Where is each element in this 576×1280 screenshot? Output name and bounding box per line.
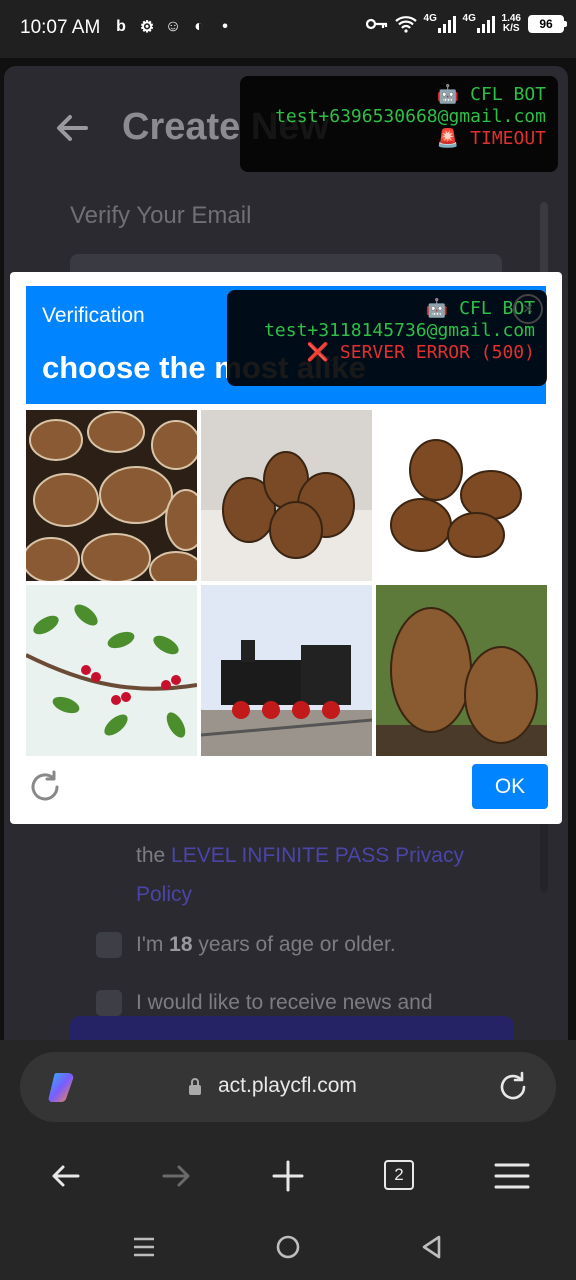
bing-icon: b	[116, 18, 126, 35]
system-nav-bar	[0, 1212, 576, 1280]
age-checkbox[interactable]	[96, 932, 122, 958]
copilot-icon[interactable]	[46, 1069, 82, 1105]
page-subtitle: Verify Your Email	[70, 202, 252, 229]
age-checkbox-row[interactable]: I'm 18 years of age or older.	[96, 932, 396, 958]
network-speed: 1.46 K/S	[501, 13, 521, 34]
refresh-challenge-icon[interactable]	[26, 768, 64, 806]
captcha-tile-steam-locomotive[interactable]	[201, 585, 372, 756]
captcha-tile-pinecones-white[interactable]	[376, 410, 547, 581]
signal-icon-1: 4G	[424, 13, 456, 33]
captcha-tile-pinecones-table[interactable]	[201, 410, 372, 581]
screen: 10:07 AM b ⚙ ☺ ◐ • 4G 4G 1.46 K/S 96 Crea…	[0, 0, 576, 1280]
bot-email: test+3118145736@gmail.com	[264, 320, 535, 341]
menu-icon[interactable]	[492, 1156, 532, 1196]
captcha-ok-button[interactable]: OK	[472, 764, 548, 809]
captcha-modal: Verification choose the most alike × 🤖 C…	[10, 272, 562, 824]
pinecones-forest-image	[376, 585, 547, 756]
browser-nav-bar: 2	[0, 1138, 576, 1212]
age-label: I'm 18 years of age or older.	[136, 933, 396, 956]
captcha-small-title: Verification	[42, 304, 145, 327]
status-right: 4G 4G 1.46 K/S 96	[365, 13, 567, 34]
bot-status-overlay-top: 🤖 CFL BOT test+6396530668@gmail.com 🚨 TI…	[240, 76, 558, 172]
more-notifications-icon: •	[222, 18, 228, 35]
pinecones-table-image	[201, 410, 372, 581]
pinecones-white-image	[376, 410, 547, 581]
close-icon[interactable]: ×	[513, 294, 543, 324]
bot-status: ❌ SERVER ERROR (500)	[306, 342, 535, 363]
system-back-icon[interactable]	[419, 1234, 445, 1260]
notification-icons: b ⚙ ☺ ◐ •	[112, 17, 234, 37]
submit-button[interactable]	[70, 1016, 514, 1040]
news-label: I would like to receive news and	[136, 991, 433, 1014]
home-icon[interactable]	[275, 1234, 301, 1260]
tabs-button[interactable]: 2	[384, 1160, 414, 1190]
browser-address-bar: act.playcfl.com	[0, 1040, 576, 1138]
captcha-tile-pinecones-forest[interactable]	[376, 585, 547, 756]
url-text[interactable]: act.playcfl.com	[218, 1074, 357, 1098]
battery-indicator: 96	[528, 15, 567, 33]
privacy-policy-text: the LEVEL INFINITE PASS Privacy Policy	[136, 844, 464, 906]
app2-icon: ◐	[194, 18, 204, 35]
bot-name: 🤖 CFL BOT	[436, 84, 546, 105]
key-icon	[365, 18, 387, 30]
captcha-tile-pinecones-pile[interactable]	[26, 410, 197, 581]
lock-icon	[189, 1078, 201, 1095]
reload-page-icon[interactable]	[496, 1070, 530, 1104]
recent-apps-icon[interactable]	[131, 1234, 157, 1260]
back-icon[interactable]	[46, 1156, 86, 1196]
wifi-icon	[394, 16, 417, 33]
signal-icon-2: 4G	[463, 13, 495, 33]
url-pill[interactable]: act.playcfl.com	[20, 1052, 556, 1122]
status-time: 10:07 AM	[20, 17, 101, 38]
new-tab-icon[interactable]	[268, 1156, 308, 1196]
back-arrow-icon[interactable]	[52, 108, 92, 148]
bot-status: 🚨 TIMEOUT	[436, 128, 546, 149]
bot-name: 🤖 CFL BOT	[425, 298, 535, 319]
app-icon: ☺	[164, 18, 182, 35]
forward-icon[interactable]	[156, 1156, 196, 1196]
bot-email: test+6396530668@gmail.com	[275, 106, 546, 127]
bot-status-overlay-modal: × 🤖 CFL BOT test+3118145736@gmail.com ❌ …	[227, 290, 547, 386]
news-checkbox[interactable]	[96, 990, 122, 1016]
privacy-policy-link[interactable]: LEVEL INFINITE PASS Privacy Policy	[136, 844, 464, 906]
captcha-image-grid	[26, 410, 548, 756]
settings-icon: ⚙	[139, 19, 155, 36]
news-checkbox-row[interactable]: I would like to receive news and	[96, 990, 433, 1016]
status-bar: 10:07 AM b ⚙ ☺ ◐ • 4G 4G 1.46 K/S 96	[0, 0, 576, 58]
captcha-tile-holly-branch[interactable]	[26, 585, 197, 756]
holly-branch-image	[26, 585, 197, 756]
pinecones-pile-image	[26, 410, 197, 581]
steam-locomotive-image	[201, 585, 372, 756]
